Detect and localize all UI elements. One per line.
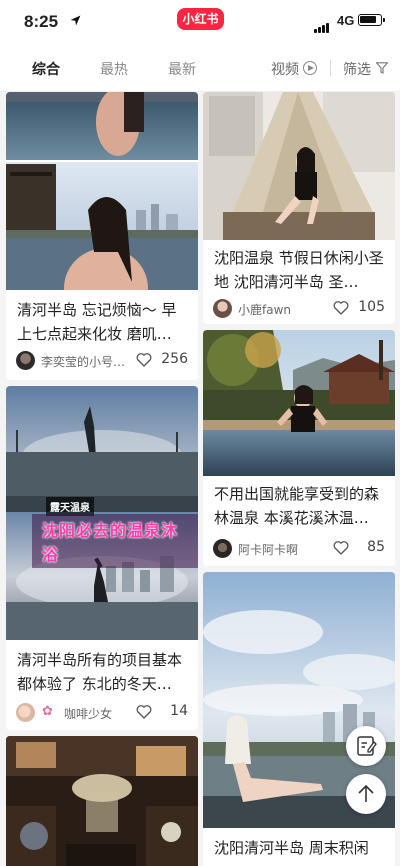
note-card[interactable]: 露天温泉 沈阳必去的温泉沐浴 清河半岛所有的项目基本都体验了 东北的冬天… ✿ … <box>6 386 198 730</box>
author-name[interactable]: 咖啡少女 <box>64 705 112 722</box>
note-cover-image <box>203 92 395 240</box>
like-count: 256 <box>161 351 188 367</box>
compose-button[interactable] <box>346 726 386 766</box>
edit-note-icon <box>357 736 377 756</box>
author-name[interactable]: 阿卡阿卡啊 <box>238 541 298 558</box>
note-title: 沈阳清河半岛 周末积闲 <box>214 839 369 857</box>
arrow-up-icon <box>358 784 374 802</box>
heart-icon[interactable] <box>136 704 152 719</box>
heart-icon[interactable] <box>136 352 152 367</box>
note-title: 清河半岛所有的项目基本都体验了 东北的冬天… <box>17 651 183 693</box>
note-cover-image <box>6 92 198 290</box>
heart-icon[interactable] <box>333 300 349 315</box>
note-cover-image <box>203 330 395 476</box>
note-meta: ✿ 咖啡少女 14 <box>16 702 188 724</box>
author-name[interactable]: 小鹿fawn <box>238 301 291 318</box>
overlay-banner: 沈阳必去的温泉沐浴 <box>32 514 198 568</box>
battery-icon <box>358 14 385 26</box>
note-card[interactable]: 沈阳温泉 节假日休闲小圣地 沈阳清河半岛 圣… 小鹿fawn 105 <box>203 92 395 324</box>
avatar[interactable] <box>16 351 35 370</box>
status-bar: 8:25 小红书 4G <box>0 0 400 44</box>
network-type: 4G <box>337 13 355 28</box>
back-to-top-button[interactable] <box>346 774 386 814</box>
note-cover-image: 露天温泉 沈阳必去的温泉沐浴 <box>6 386 198 640</box>
avatar[interactable] <box>213 299 232 318</box>
signal-icon <box>314 14 330 33</box>
play-icon <box>303 61 317 75</box>
note-card[interactable] <box>6 736 198 866</box>
filter-button[interactable]: 筛选 <box>343 59 371 79</box>
avatar[interactable] <box>213 539 232 558</box>
clock: 8:25 <box>24 12 59 31</box>
location-arrow-icon <box>70 15 81 26</box>
note-cover-image <box>6 736 198 866</box>
tab-hottest[interactable]: 最热 <box>100 59 128 79</box>
filter-bar: 综合 最热 最新 视频 筛选 <box>0 44 400 92</box>
app-badge[interactable]: 小红书 <box>177 8 224 30</box>
note-title: 沈阳温泉 节假日休闲小圣地 沈阳清河半岛 圣… <box>214 249 384 291</box>
note-meta: 小鹿fawn 105 <box>213 298 385 320</box>
note-title: 清河半岛 忘记烦恼～ 早上七点起来化妆 磨叽… <box>17 301 177 343</box>
heart-icon[interactable] <box>333 540 349 555</box>
note-meta: 阿卡阿卡啊 85 <box>213 538 385 560</box>
tab-newest[interactable]: 最新 <box>168 59 196 79</box>
tab-comprehensive[interactable]: 综合 <box>32 59 60 79</box>
like-count: 85 <box>367 539 385 555</box>
divider <box>330 60 331 76</box>
like-count: 14 <box>170 703 188 719</box>
note-card[interactable]: 不用出国就能享受到的森林温泉 本溪花溪沐温… 阿卡阿卡啊 85 <box>203 330 395 566</box>
note-card[interactable]: 清河半岛 忘记烦恼～ 早上七点起来化妆 磨叽… 李奕莹的小号… 256 <box>6 92 198 380</box>
like-count: 105 <box>358 299 385 315</box>
author-name[interactable]: 李奕莹的小号… <box>41 353 125 370</box>
note-title: 不用出国就能享受到的森林温泉 本溪花溪沐温… <box>214 485 380 527</box>
note-card[interactable]: 沈阳清河半岛 周末积闲 <box>203 572 395 866</box>
video-filter-button[interactable]: 视频 <box>271 59 299 79</box>
avatar[interactable] <box>16 703 35 722</box>
note-meta: 李奕莹的小号… 256 <box>16 350 188 372</box>
funnel-icon <box>376 62 388 74</box>
flower-icon: ✿ <box>42 704 53 719</box>
